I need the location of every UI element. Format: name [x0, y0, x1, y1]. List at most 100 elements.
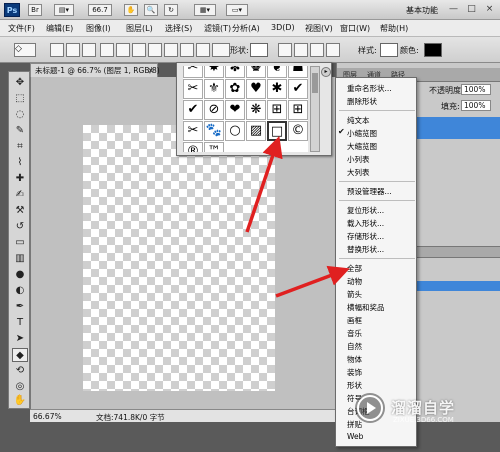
menu-item-ornaments[interactable]: 装饰: [347, 367, 362, 378]
menu-item-web[interactable]: Web: [347, 432, 363, 441]
menu-item-all[interactable]: 全部: [347, 263, 362, 274]
shape-cell[interactable]: ✔: [288, 79, 308, 99]
clone-stamp-icon[interactable]: ⚒: [12, 204, 28, 218]
menu-select[interactable]: 选择(S): [165, 23, 192, 34]
fill-field[interactable]: 100%: [461, 100, 491, 111]
shape-cell[interactable]: ☗: [288, 66, 308, 78]
shape-cell[interactable]: ♚: [246, 66, 266, 78]
menu-item-load-shapes[interactable]: 载入形状...: [347, 218, 384, 229]
3d-orbit-icon[interactable]: ◎: [12, 380, 28, 394]
blur-tool-icon[interactable]: ●: [12, 268, 28, 282]
pen-tool-icon[interactable]: [100, 43, 114, 57]
menu-item-preset-manager[interactable]: 预设管理器...: [347, 186, 392, 197]
dodge-tool-icon[interactable]: ◐: [12, 284, 28, 298]
shape-cell[interactable]: ❦: [267, 66, 287, 78]
shape-cell[interactable]: ✂: [183, 66, 203, 78]
menu-item-delete-shape[interactable]: 删除形状: [347, 96, 377, 107]
shape-cell[interactable]: ✔: [183, 100, 203, 120]
polygon-tool-icon[interactable]: [180, 43, 194, 57]
minimize-button[interactable]: —: [447, 3, 460, 16]
menu-item-replace-shapes[interactable]: 替换形状...: [347, 244, 384, 255]
menu-edit[interactable]: 编辑(E): [46, 23, 73, 34]
menu-item-banners-awards[interactable]: 横幅和奖品: [347, 302, 385, 313]
shape-cell[interactable]: ™: [204, 142, 224, 152]
lasso-tool-icon[interactable]: ◌: [12, 108, 28, 122]
shape-picker-scrollbar[interactable]: [310, 66, 320, 152]
menu-3d[interactable]: 3D(D): [271, 23, 295, 32]
zoom-tool-button[interactable]: 🔍: [144, 4, 158, 16]
quick-select-tool-icon[interactable]: ✎: [12, 124, 28, 138]
shape-cell[interactable]: ⊞: [267, 100, 287, 120]
shape-cell[interactable]: ❋: [246, 100, 266, 120]
custom-shape-tool-icon[interactable]: [212, 43, 230, 57]
maximize-button[interactable]: □: [465, 3, 478, 16]
shape-cell[interactable]: ⊘: [204, 100, 224, 120]
hand-tool-button[interactable]: ✋: [124, 4, 138, 16]
freeform-pen-icon[interactable]: [116, 43, 130, 57]
paths-mode-icon[interactable]: [66, 43, 80, 57]
menu-layer[interactable]: 图层(L): [126, 23, 153, 34]
menu-image[interactable]: 图像(I): [86, 23, 111, 34]
shape-cell[interactable]: ✱: [267, 79, 287, 99]
transparent-canvas[interactable]: [83, 125, 275, 391]
tool-preset-picker[interactable]: ◇: [14, 43, 36, 57]
menu-item-large-thumbnail[interactable]: 大缩览图: [347, 141, 377, 152]
menu-item-objects[interactable]: 物体: [347, 354, 362, 365]
fill-pixels-mode-icon[interactable]: [82, 43, 96, 57]
3d-rotate-icon[interactable]: ⟲: [12, 364, 28, 378]
menu-analysis[interactable]: 分析(A): [232, 23, 260, 34]
shape-cell[interactable]: ♥: [246, 79, 266, 99]
rectangle-tool-icon[interactable]: [132, 43, 146, 57]
menu-item-music[interactable]: 音乐: [347, 328, 362, 339]
menu-item-arrows[interactable]: 箭头: [347, 289, 362, 300]
menu-item-shapes[interactable]: 形状: [347, 380, 362, 391]
pen-tool-icon[interactable]: ✒: [12, 300, 28, 314]
intersect-shape-icon[interactable]: [326, 43, 340, 57]
line-tool-icon[interactable]: [196, 43, 210, 57]
view-extras-button[interactable]: ▤▾: [54, 4, 74, 16]
shape-cell-selected[interactable]: □: [267, 121, 287, 141]
menu-help[interactable]: 帮助(H): [380, 23, 408, 34]
new-shape-layer-icon[interactable]: [278, 43, 292, 57]
menu-item-text-only[interactable]: 纯文本: [347, 115, 370, 126]
shape-picker-menu-button[interactable]: ▸: [321, 67, 331, 77]
crop-tool-icon[interactable]: ⌗: [12, 140, 28, 154]
shape-cell[interactable]: ✸: [204, 66, 224, 78]
style-swatch[interactable]: [380, 43, 398, 57]
menu-view[interactable]: 视图(V): [305, 23, 333, 34]
scrollbar-thumb[interactable]: [312, 73, 318, 93]
menu-item-frames[interactable]: 画框: [347, 315, 362, 326]
shape-cell[interactable]: 🐾: [204, 121, 224, 141]
ellipse-tool-icon[interactable]: [164, 43, 178, 57]
menu-window[interactable]: 窗口(W): [340, 23, 370, 34]
close-icon[interactable]: ×: [148, 64, 154, 77]
shape-cell[interactable]: ✂: [183, 121, 203, 141]
brush-tool-icon[interactable]: ✍: [12, 188, 28, 202]
document-tab[interactable]: 未标题-1 @ 66.7% (图层 1, RGB/8) ×: [30, 63, 160, 77]
shape-cell[interactable]: ▨: [246, 121, 266, 141]
shape-cell[interactable]: ✿: [225, 79, 245, 99]
shape-layers-mode-icon[interactable]: [50, 43, 64, 57]
menu-item-large-list[interactable]: 大列表: [347, 167, 370, 178]
gradient-tool-icon[interactable]: ▥: [12, 252, 28, 266]
screen-mode-button[interactable]: ▭▾: [226, 4, 248, 16]
type-tool-icon[interactable]: T: [12, 316, 28, 330]
status-zoom[interactable]: 66.67%: [33, 412, 62, 421]
history-brush-icon[interactable]: ↺: [12, 220, 28, 234]
shape-cell[interactable]: ⊞: [288, 100, 308, 120]
marquee-tool-icon[interactable]: ⬚: [12, 92, 28, 106]
menu-filter[interactable]: 滤镜(T): [204, 23, 231, 34]
shape-cell[interactable]: ⚜: [204, 79, 224, 99]
bridge-button[interactable]: Br: [28, 4, 42, 16]
subtract-shape-icon[interactable]: [310, 43, 324, 57]
hand-tool-icon[interactable]: ✋: [12, 394, 28, 408]
menu-item-reset-shapes[interactable]: 复位形状...: [347, 205, 384, 216]
shape-cell[interactable]: ✽: [225, 66, 245, 78]
arrange-documents-button[interactable]: ▦▾: [194, 4, 216, 16]
menu-file[interactable]: 文件(F): [8, 23, 35, 34]
shape-cell[interactable]: ✂: [183, 79, 203, 99]
menu-item-animals[interactable]: 动物: [347, 276, 362, 287]
shape-cell[interactable]: ❤: [225, 100, 245, 120]
workspace-switcher[interactable]: 基本功能: [406, 5, 438, 16]
menu-item-small-list[interactable]: 小列表: [347, 154, 370, 165]
